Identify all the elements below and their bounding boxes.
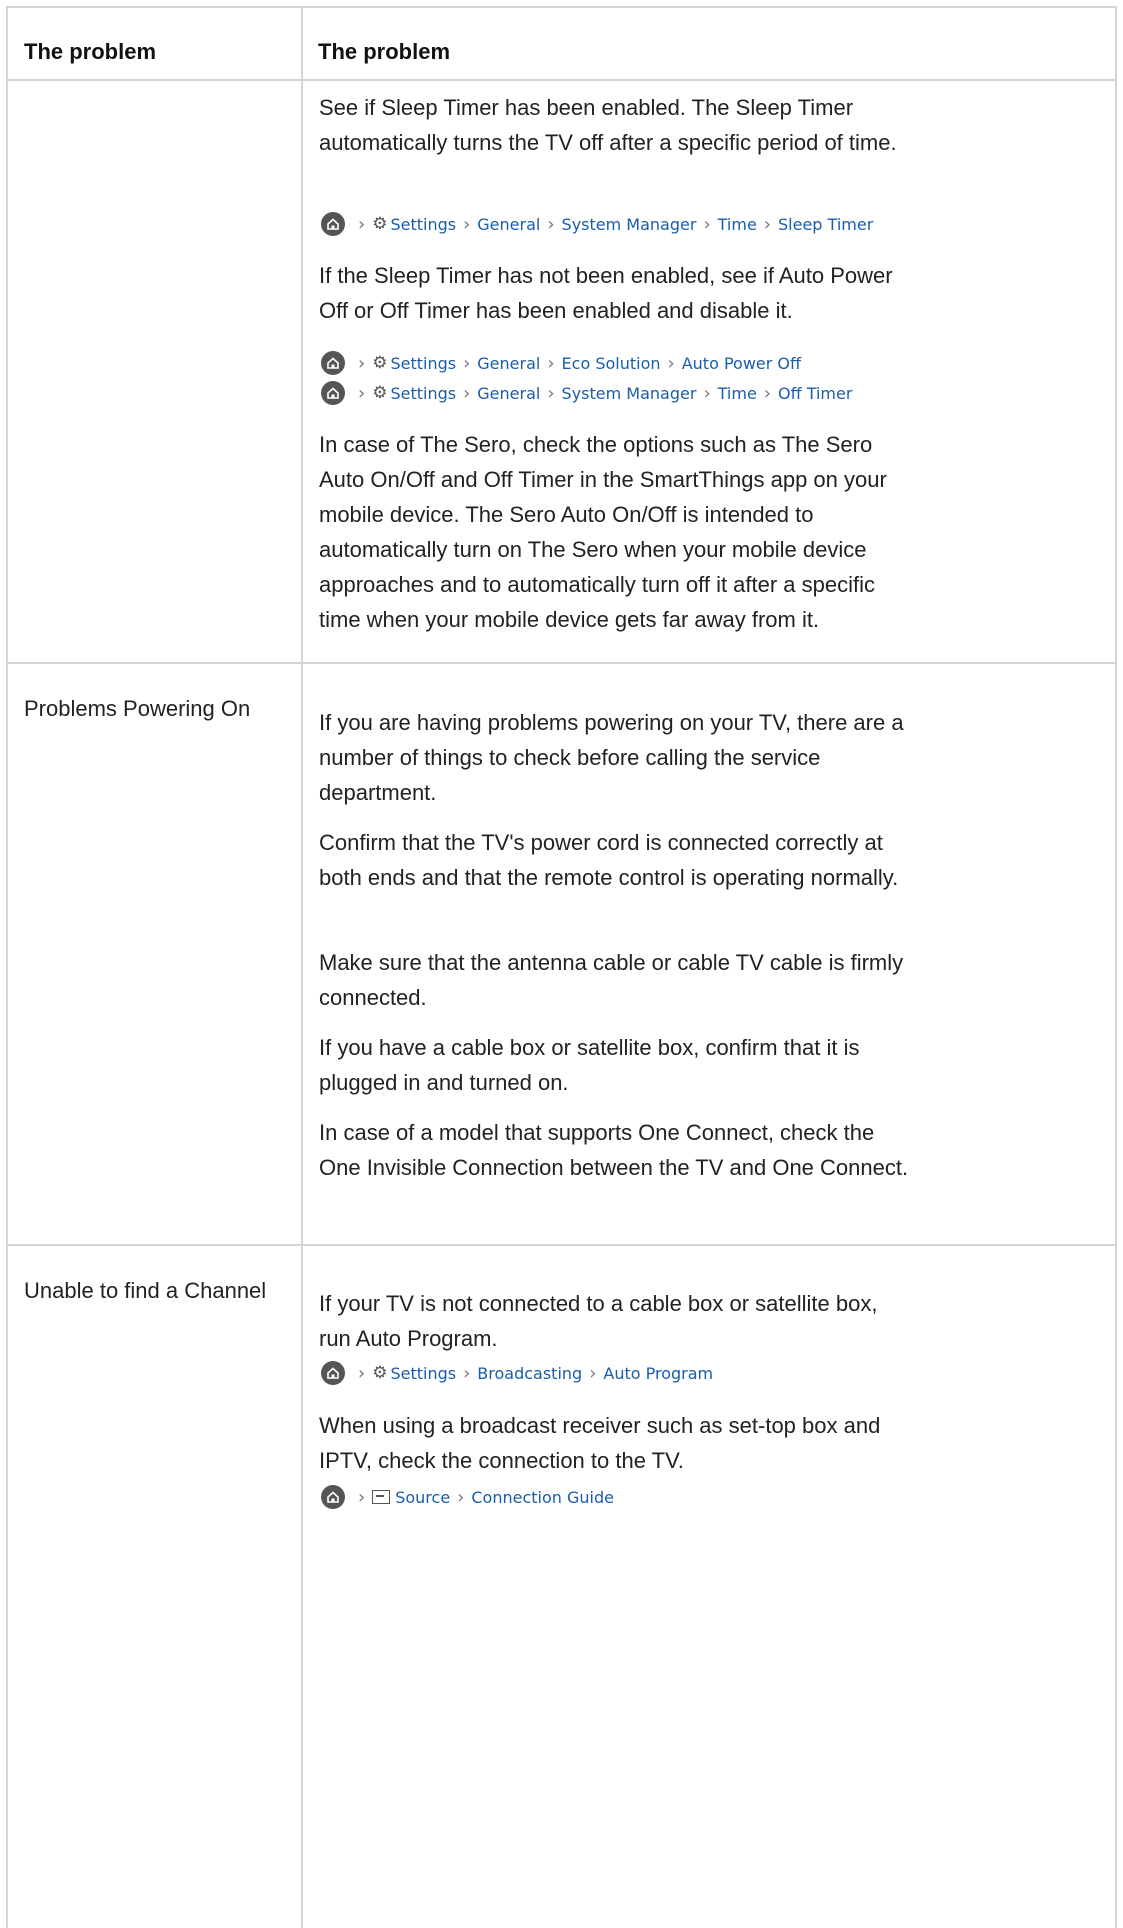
menu-path-item: Auto Program [603, 1363, 714, 1383]
menu-path-item: System Manager [561, 383, 697, 403]
cable-box-text: If you have a cable box or satellite box… [319, 1035, 860, 1095]
home-icon [321, 1485, 345, 1509]
menu-path-item: Broadcasting [477, 1363, 583, 1383]
chevron-right-icon: › [358, 352, 366, 374]
menu-path-item: General [477, 214, 541, 234]
row-divider [6, 662, 1117, 664]
menu-path-item: Sleep Timer [778, 214, 874, 234]
gear-icon: ⚙ [372, 1363, 388, 1383]
menu-path-item: Off Timer [778, 383, 853, 403]
home-icon [321, 1361, 345, 1385]
problem-label: Unable to find a Channel [24, 1278, 267, 1303]
menu-path-item: Settings [390, 383, 457, 403]
one-connect-text: In case of a model that supports One Con… [319, 1120, 909, 1180]
chevron-right-icon: › [547, 382, 555, 404]
home-icon [321, 212, 345, 236]
menu-path-item: Connection Guide [471, 1487, 614, 1507]
source-icon [372, 1490, 391, 1504]
menu-path-item: Time [717, 383, 757, 403]
chevron-right-icon: › [358, 1486, 366, 1508]
header-problem-col1: The problem [24, 39, 157, 64]
menu-path-item: System Manager [561, 214, 697, 234]
menu-path-item: Source [395, 1487, 451, 1507]
chevron-right-icon: › [763, 382, 771, 404]
antenna-text: Make sure that the antenna cable or cabl… [319, 950, 904, 1010]
table-header: The problem The problem [6, 6, 1117, 81]
menu-path: › Source › Connection Guide [321, 1484, 614, 1510]
gear-icon: ⚙ [372, 214, 388, 234]
home-icon [321, 351, 345, 375]
menu-path: › ⚙ Settings › General › System Manager › Time › O… [321, 380, 852, 406]
chevron-right-icon: › [763, 213, 771, 235]
gear-icon: ⚙ [372, 383, 388, 403]
menu-path-item: Settings [390, 353, 457, 373]
menu-path-item: General [477, 383, 541, 403]
chevron-right-icon: › [667, 352, 675, 374]
auto-power-off-text: If the Sleep Timer has not been enabled,… [319, 263, 893, 323]
menu-path-item: General [477, 353, 541, 373]
menu-path: › ⚙ Settings › General › Eco Solution › Auto Pow… [321, 350, 801, 376]
row-divider [6, 1244, 1117, 1246]
menu-path-item: Settings [390, 214, 457, 234]
chevron-right-icon: › [547, 213, 555, 235]
power-cord-text: Confirm that the TV's power cord is conn… [319, 830, 899, 890]
home-icon [321, 381, 345, 405]
menu-path-item: Eco Solution [561, 353, 661, 373]
gear-icon: ⚙ [372, 353, 388, 373]
auto-program-text: If your TV is not connected to a cable b… [319, 1291, 878, 1351]
chevron-right-icon: › [457, 1486, 465, 1508]
chevron-right-icon: › [703, 213, 711, 235]
chevron-right-icon: › [358, 213, 366, 235]
chevron-right-icon: › [358, 1362, 366, 1384]
sleep-timer-text: See if Sleep Timer has been enabled. The… [319, 95, 897, 155]
chevron-right-icon: › [463, 213, 471, 235]
menu-path: › ⚙ Settings › Broadcasting › Auto Program [321, 1360, 713, 1386]
sero-text: In case of The Sero, check the options s… [319, 432, 887, 632]
menu-path-item: Auto Power Off [681, 353, 802, 373]
broadcast-receiver-text: When using a broadcast receiver such as … [319, 1413, 881, 1473]
chevron-right-icon: › [463, 1362, 471, 1384]
menu-path: › ⚙ Settings › General › System Manager › Time › S… [321, 211, 873, 237]
chevron-right-icon: › [547, 352, 555, 374]
menu-path-item: Time [717, 214, 757, 234]
chevron-right-icon: › [463, 352, 471, 374]
chevron-right-icon: › [358, 382, 366, 404]
chevron-right-icon: › [703, 382, 711, 404]
powering-on-text: If you are having problems powering on y… [319, 710, 904, 805]
problem-label: Problems Powering On [24, 696, 251, 721]
chevron-right-icon: › [589, 1362, 597, 1384]
menu-path-item: Settings [390, 1363, 457, 1383]
header-problem-col2: The problem [318, 39, 451, 64]
column-divider [301, 6, 303, 1928]
chevron-right-icon: › [463, 382, 471, 404]
